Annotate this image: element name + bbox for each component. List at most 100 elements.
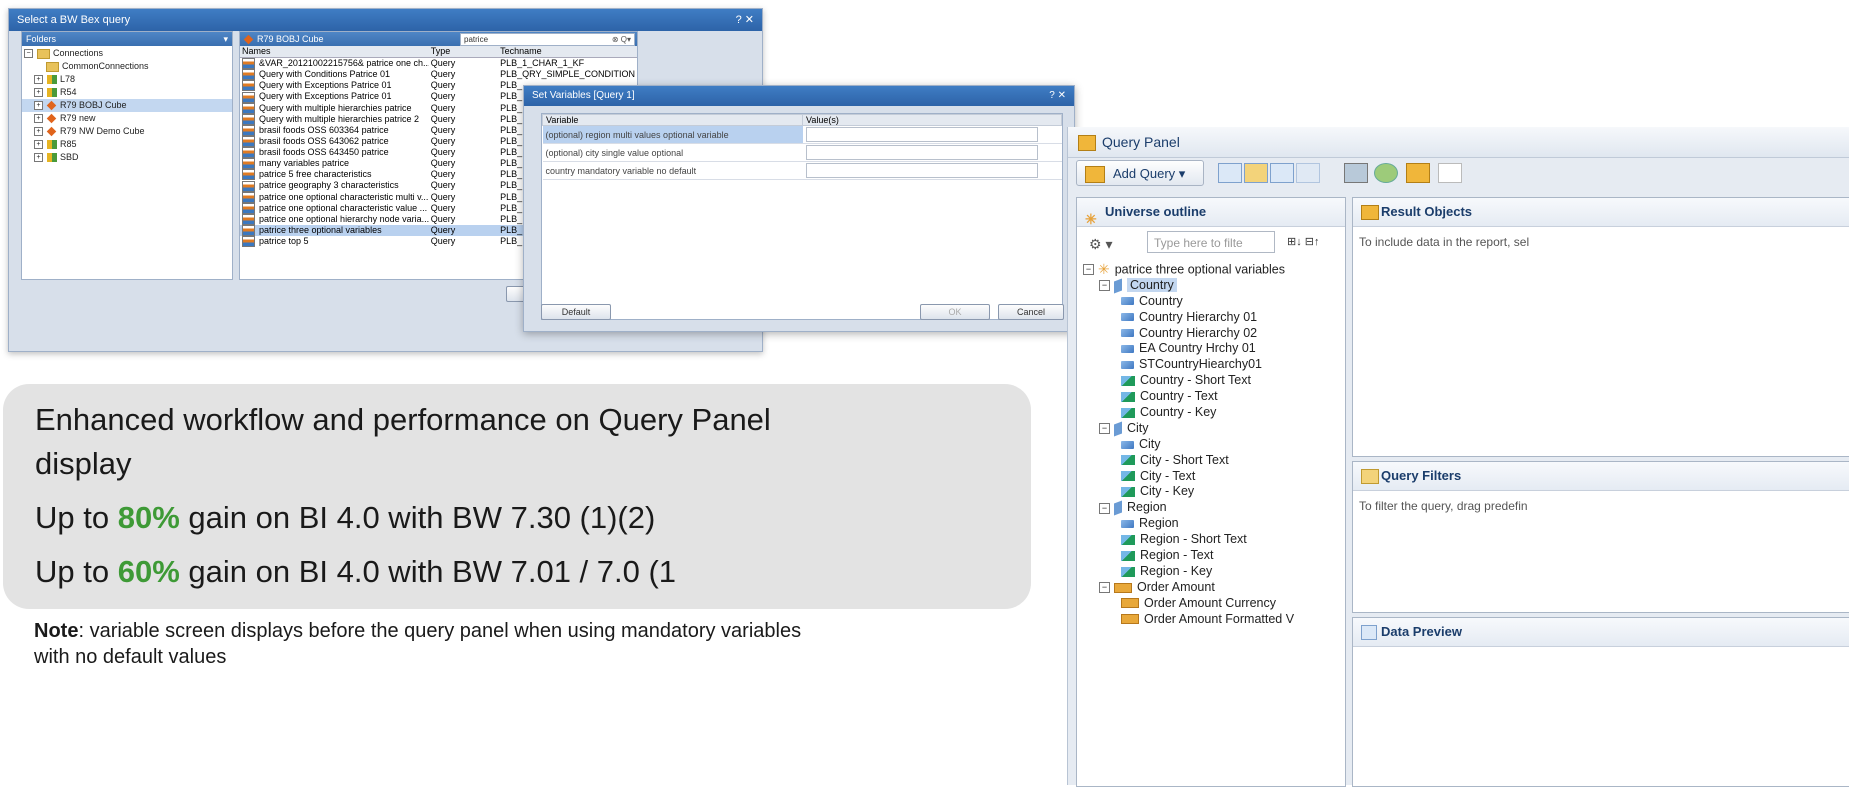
tree-node[interactable]: Order Amount Currency — [1081, 596, 1343, 612]
tree-node[interactable]: Order Amount Formatted V — [1081, 612, 1343, 628]
properties-icon[interactable] — [1406, 163, 1430, 183]
expand-icon[interactable]: + — [34, 140, 43, 150]
tree-node[interactable]: − Region — [1081, 500, 1343, 516]
attribute-icon — [1121, 455, 1135, 466]
tree-node[interactable]: Region - Text — [1081, 548, 1343, 564]
tree-node[interactable]: − City — [1081, 421, 1343, 437]
measure-icon — [1121, 598, 1139, 609]
grid-icon[interactable] — [1270, 163, 1294, 183]
table-row[interactable]: Query with Conditions Patrice 01 Query PLB… — [240, 69, 637, 81]
cancel-button[interactable]: Cancel — [998, 304, 1064, 320]
ok-button[interactable]: OK — [920, 304, 990, 320]
expand-icon[interactable]: + — [34, 101, 43, 111]
filter-panel-icon[interactable] — [1244, 163, 1268, 183]
collapse-icon[interactable]: − — [1083, 264, 1094, 276]
variable-row[interactable]: (optional) region multi values optional … — [542, 125, 1062, 144]
tree-node[interactable]: STCountryHiearchy01 — [1081, 357, 1343, 373]
folder-item[interactable]: + R79 NW Demo Cube — [22, 125, 232, 138]
expand-icon[interactable]: + — [34, 88, 43, 98]
grid-icon — [1361, 625, 1377, 640]
close-icon[interactable]: ? ✕ — [1049, 86, 1066, 106]
tree-node[interactable]: Country Hierarchy 02 — [1081, 326, 1343, 342]
collapse-icon[interactable]: − — [1099, 280, 1110, 292]
layout-icon[interactable] — [1218, 163, 1242, 183]
expand-collapse-icon[interactable]: ⊞↓ ⊟↑ — [1287, 235, 1320, 248]
chevron-down-icon[interactable]: ▾ — [223, 32, 228, 46]
folder-item[interactable]: CommonConnections — [22, 60, 232, 73]
close-icon[interactable]: ? ✕ — [736, 9, 754, 31]
cube-icon — [243, 34, 254, 45]
tree-node[interactable]: City - Short Text — [1081, 453, 1343, 469]
table-row[interactable]: &VAR_20121002215756& patrice one ch... Qu… — [240, 58, 637, 70]
variable-row[interactable]: country mandatory variable no default — [542, 161, 1062, 180]
table-cell: Query — [430, 180, 456, 191]
document-icon[interactable] — [1438, 163, 1462, 183]
variable-value-input[interactable] — [805, 163, 1038, 178]
folder-item[interactable]: + R79 new — [22, 112, 232, 125]
table-cell: Query with multiple hierarchies patrice — [259, 102, 412, 113]
query-icon — [242, 158, 255, 170]
folder-item[interactable]: + R54 — [22, 86, 232, 99]
col-values: Value(s) — [802, 114, 1062, 126]
collapse-icon[interactable]: − — [1099, 502, 1110, 514]
tree-node[interactable]: City - Text — [1081, 469, 1343, 485]
preview-icon[interactable] — [1296, 163, 1320, 183]
query-icon — [242, 136, 255, 147]
tree-node[interactable]: − ✳ patrice three optional variables — [1081, 261, 1343, 278]
tree-node[interactable]: Region — [1081, 516, 1343, 532]
collapse-icon[interactable]: − — [24, 49, 33, 59]
table-cell: PLB_QRY_SIMPLE_CONDITION — [500, 69, 635, 80]
variable-value-input[interactable] — [805, 145, 1038, 160]
tree-node[interactable]: Country - Key — [1081, 405, 1343, 421]
folder-item[interactable]: + R79 BOBJ Cube — [22, 99, 232, 112]
table-cell: brasil foods OSS 603364 patrice — [259, 124, 389, 135]
search-input[interactable]: patrice ⊗ Q▾ — [460, 33, 635, 46]
table-cell: PLB_ — [500, 169, 523, 180]
folder-item[interactable]: + R85 — [22, 138, 232, 151]
tree-node[interactable]: City — [1081, 437, 1343, 453]
col-names[interactable]: Names — [240, 46, 429, 58]
tree-node[interactable]: EA Country Hrchy 01 — [1081, 341, 1343, 357]
tree-node[interactable]: Region - Short Text — [1081, 532, 1343, 548]
combined-query-icon[interactable] — [1374, 163, 1398, 183]
default-button[interactable]: Default — [541, 304, 611, 320]
expand-icon[interactable]: + — [34, 114, 43, 124]
tree-node[interactable]: − Order Amount — [1081, 580, 1343, 596]
query-icon — [242, 147, 255, 159]
variable-value-input[interactable] — [805, 127, 1038, 142]
collapse-icon[interactable]: − — [1099, 423, 1110, 435]
result-objects-icon — [1361, 205, 1379, 220]
col-variable: Variable — [542, 114, 803, 126]
variable-name: (optional) city single value optional — [542, 143, 803, 162]
add-query-button[interactable]: Add Query ▾ — [1076, 160, 1204, 186]
tree-node[interactable]: Region - Key — [1081, 564, 1343, 580]
tree-node[interactable]: Country Hierarchy 01 — [1081, 310, 1343, 326]
tree-node[interactable]: − Country — [1081, 277, 1343, 294]
collapse-icon[interactable]: − — [1099, 582, 1110, 594]
table-cell: Query — [430, 224, 456, 235]
variable-row[interactable]: (optional) city single value optional — [542, 143, 1062, 162]
attribute-icon — [1121, 550, 1135, 561]
folder-item[interactable]: + L78 — [22, 73, 232, 86]
col-type[interactable]: Type — [428, 46, 499, 58]
dimension-icon — [1114, 278, 1122, 294]
tools-icon[interactable]: ⚙ ▾ — [1089, 236, 1112, 253]
outline-filter-input[interactable]: Type here to filte — [1147, 231, 1275, 253]
tree-node[interactable]: Country — [1081, 294, 1343, 310]
folder-item[interactable]: + SBD — [22, 151, 232, 164]
expand-icon[interactable]: + — [34, 153, 43, 163]
tree-node[interactable]: Country - Short Text — [1081, 373, 1343, 389]
callout-line-3: Up to 60% gain on BI 4.0 with BW 7.01 / … — [35, 554, 677, 589]
folder-item[interactable]: − Connections — [22, 47, 232, 60]
col-techname[interactable]: Techname — [498, 46, 637, 58]
query-icon — [242, 102, 255, 114]
tree-node[interactable]: City - Key — [1081, 484, 1343, 500]
query-panel-titlebar: Query Panel — [1068, 127, 1849, 158]
sql-icon[interactable] — [1344, 163, 1368, 183]
tree-node[interactable]: Country - Text — [1081, 389, 1343, 405]
expand-icon[interactable]: + — [34, 127, 43, 137]
search-icon[interactable]: ⊗ Q▾ — [612, 34, 631, 45]
table-cell: Query with multiple hierarchies patrice … — [259, 113, 420, 124]
variable-name: country mandatory variable no default — [542, 161, 803, 180]
expand-icon[interactable]: + — [34, 75, 43, 85]
